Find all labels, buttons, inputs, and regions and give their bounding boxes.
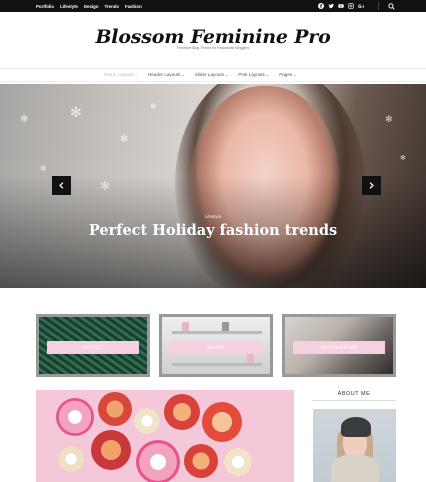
promo-instagram[interactable]: INSTAGRAM [282, 314, 396, 377]
top-nav-design[interactable]: Design [84, 4, 99, 9]
about-me-title: ABOUT ME [337, 391, 371, 397]
orange-slice [91, 430, 131, 470]
top-nav-lifestyle[interactable]: Lifestyle [60, 4, 78, 9]
chevron-right-icon [369, 182, 374, 189]
chevron-down-icon: ⌄ [265, 72, 270, 77]
chevron-down-icon: ⌄ [293, 72, 297, 77]
fruit-slice [224, 448, 252, 476]
search-icon[interactable] [388, 2, 395, 10]
dragonfruit-slice [136, 440, 180, 482]
shelf [172, 331, 262, 334]
facebook-icon[interactable] [318, 3, 324, 9]
topbar-divider [378, 2, 379, 10]
orange-slice [184, 444, 218, 478]
nav-header-layouts[interactable]: Header Layouts⌄ [148, 72, 185, 77]
photo-scarf [331, 455, 379, 482]
fruit-slice [58, 446, 84, 472]
site-title[interactable]: Blossom Feminine Pro [0, 26, 426, 48]
about-me-photo [313, 409, 396, 482]
hero-category[interactable]: Lifestyle [0, 214, 426, 219]
top-navigation: Portfolio Lifestyle Design Trends Fashio… [36, 4, 142, 9]
nav-label: Home Layouts [104, 72, 134, 77]
slider-prev-button[interactable] [52, 176, 71, 195]
nav-label: Header Layouts [147, 72, 181, 77]
nav-home-layouts[interactable]: Home Layouts⌄ [104, 72, 138, 77]
instagram-icon[interactable] [348, 3, 354, 9]
nav-label: Pages [279, 72, 293, 77]
nav-slider-layouts[interactable]: Slider Layouts⌄ [195, 72, 228, 77]
svg-text:G+: G+ [358, 4, 364, 9]
top-nav-portfolio[interactable]: Portfolio [36, 4, 54, 9]
top-nav-fashion[interactable]: Fashion [125, 4, 142, 9]
orange-slice [164, 394, 200, 430]
photo-hat [341, 417, 371, 437]
orange-slice [98, 392, 132, 426]
promo-shop[interactable]: SHOP [159, 314, 273, 377]
nav-label: Post Layouts [238, 72, 265, 77]
promo-label[interactable]: ABOUT [47, 341, 139, 354]
chevron-down-icon: ⌄ [181, 72, 185, 77]
main-navigation: Home Layouts⌄ Header Layouts⌄ Slider Lay… [0, 68, 426, 82]
featured-post-image[interactable] [36, 390, 294, 482]
hero-slider[interactable]: ✻ ✻ ✻ ✻ ✻ ✻ ✻ ✻ Lifestyle Perfect Holida… [0, 84, 426, 288]
shelf-item [182, 322, 189, 331]
shelf-item [222, 322, 229, 331]
dragonfruit-slice [56, 398, 94, 436]
nav-pages[interactable]: Pages⌄ [279, 72, 296, 77]
youtube-icon[interactable] [338, 3, 344, 9]
chevron-down-icon: ⌄ [134, 72, 138, 77]
top-bar: Portfolio Lifestyle Design Trends Fashio… [0, 0, 426, 12]
about-divider [312, 400, 396, 401]
promo-label[interactable]: INSTAGRAM [293, 341, 385, 354]
hero-title[interactable]: Perfect Holiday fashion trends [0, 222, 426, 239]
promo-about[interactable]: ABOUT [36, 314, 150, 377]
nav-label: Slider Layouts [194, 72, 224, 77]
promo-label[interactable]: SHOP [170, 341, 262, 354]
orange-slice [202, 402, 242, 442]
chevron-left-icon [59, 182, 64, 189]
nav-post-layouts[interactable]: Post Layouts⌄ [238, 72, 269, 77]
twitter-icon[interactable] [328, 3, 334, 9]
social-links: G+ [318, 3, 364, 9]
slider-next-button[interactable] [362, 176, 381, 195]
site-tagline: Feminine Blog Theme for Passionate Blogg… [176, 46, 250, 50]
shelf [172, 363, 262, 366]
top-nav-trends[interactable]: Trends [105, 4, 119, 9]
shelf-item [247, 354, 254, 363]
google-plus-icon[interactable]: G+ [358, 3, 364, 9]
fruit-slice [134, 408, 160, 434]
chevron-down-icon: ⌄ [224, 72, 229, 77]
